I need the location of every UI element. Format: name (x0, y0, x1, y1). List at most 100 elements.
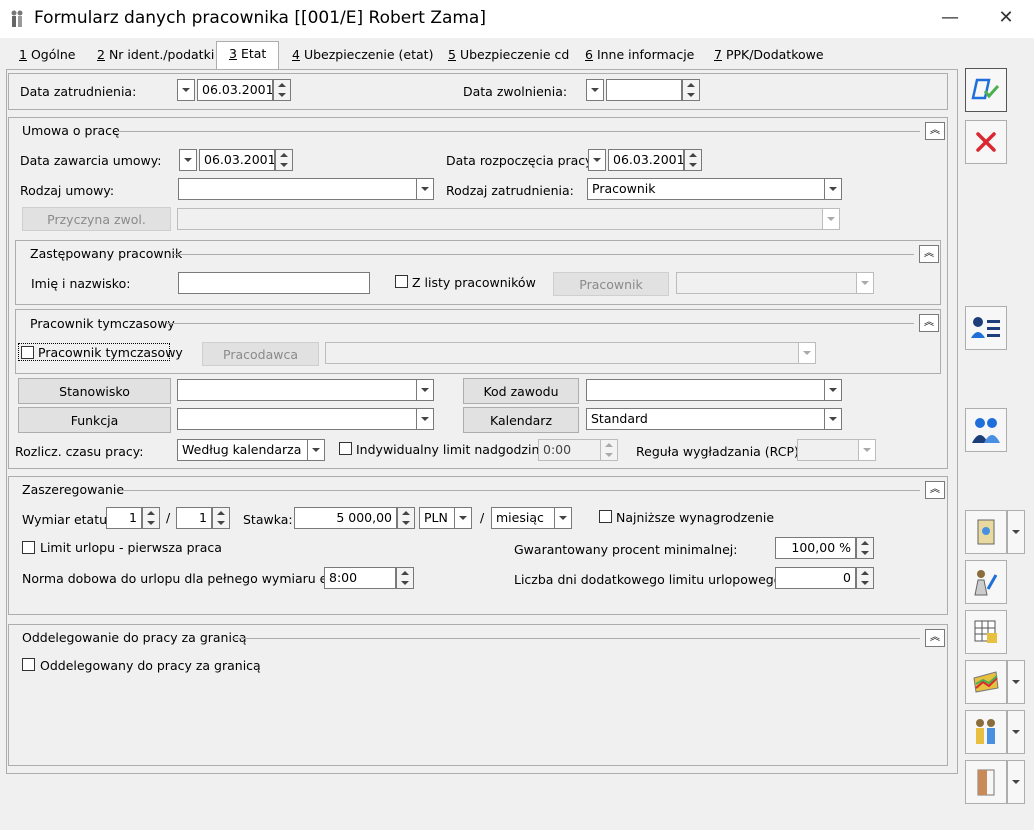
overtime-input[interactable]: 0:00 (538, 439, 601, 461)
history-menu-button[interactable] (1007, 660, 1025, 704)
employment-type-dropdown[interactable] (824, 178, 842, 200)
reason-dropdown[interactable] (822, 208, 840, 230)
fte-numerator-spinner[interactable] (142, 507, 160, 529)
minimize-button[interactable]: — (937, 6, 963, 30)
tymczasowy-checkbox[interactable] (21, 346, 34, 359)
employee-card-button[interactable] (965, 306, 1007, 350)
employer-dropdown[interactable] (798, 342, 816, 364)
function-button[interactable]: Funkcja (18, 407, 171, 433)
guaranteed-spinner[interactable] (856, 537, 874, 559)
employee-dropdown[interactable] (856, 272, 874, 294)
position-dropdown[interactable] (416, 379, 434, 401)
collapse-oddelegowanie-button[interactable]: ︽ (925, 629, 945, 647)
save-button[interactable] (965, 68, 1007, 112)
hire-date-dropdown[interactable] (177, 79, 195, 101)
period-dropdown[interactable] (554, 507, 572, 529)
collapse-zaszeregowanie-button[interactable]: ︽ (925, 481, 945, 499)
employee-button[interactable]: Pracownik (553, 272, 669, 296)
daily-norm-input[interactable]: 8:00 (324, 567, 396, 589)
guaranteed-input[interactable]: 100,00 % (775, 537, 856, 559)
function-dropdown[interactable] (416, 408, 434, 430)
document-icon (977, 519, 995, 545)
fte-numerator-input[interactable]: 1 (106, 507, 142, 529)
job-code-dropdown[interactable] (824, 379, 842, 401)
job-code-button[interactable]: Kod zawodu (463, 378, 579, 404)
name-input[interactable] (178, 272, 370, 294)
fire-date-input[interactable] (606, 79, 682, 101)
worktime-dropdown[interactable] (307, 439, 325, 461)
rcp-select[interactable] (797, 439, 859, 461)
function-select[interactable] (177, 408, 417, 430)
extra-days-spinner[interactable] (856, 567, 874, 589)
history-button[interactable] (965, 660, 1007, 704)
leave-limit-checkbox[interactable] (22, 541, 35, 554)
contract-date-input[interactable]: 06.03.2001 (199, 149, 275, 171)
calendar-button[interactable]: Kalendarz (463, 407, 579, 433)
worktime-select[interactable]: Według kalendarza (177, 439, 308, 461)
hire-date-input[interactable]: 06.03.2001 (197, 79, 273, 101)
start-date-dropdown[interactable] (588, 149, 606, 171)
fte-denominator-spinner[interactable] (212, 507, 230, 529)
start-date-input[interactable]: 06.03.2001 (608, 149, 684, 171)
rate-spinner[interactable] (397, 507, 415, 529)
employer-select[interactable] (325, 342, 799, 364)
window-title: Formularz danych pracownika [[001/E] Rob… (34, 8, 486, 28)
tab-ubezpieczenie-etat[interactable]: 4 Ubezpieczenie (etat) (280, 43, 445, 68)
fte-denominator-input[interactable]: 1 (176, 507, 212, 529)
family-menu-button[interactable] (1007, 710, 1025, 754)
contract-type-dropdown[interactable] (416, 178, 434, 200)
contract-type-select[interactable] (178, 178, 417, 200)
hire-date-spinner[interactable] (273, 79, 291, 101)
contract-type-label: Rodzaj umowy: (20, 183, 115, 198)
collapse-tymczasowy-button[interactable]: ︽ (919, 314, 939, 332)
contract-date-spinner[interactable] (275, 149, 293, 171)
team-button[interactable] (965, 408, 1007, 452)
position-select[interactable] (177, 379, 417, 401)
rcp-dropdown[interactable] (858, 439, 876, 461)
extra-days-input[interactable]: 0 (775, 567, 856, 589)
currency-select[interactable]: PLN (419, 507, 455, 529)
tab-ppk[interactable]: 7 PPK/Dodatkowe (702, 43, 836, 68)
tab-etat[interactable]: 3 Etat (216, 41, 280, 70)
fire-date-dropdown[interactable] (586, 79, 604, 101)
family-button[interactable] (965, 710, 1007, 754)
position-button[interactable]: Stanowisko (18, 378, 171, 404)
collapse-umowa-button[interactable]: ︽ (925, 122, 945, 140)
assign-button[interactable] (965, 560, 1007, 604)
close-button[interactable]: ✕ (993, 6, 1019, 30)
employment-type-select[interactable]: Pracownik (587, 178, 825, 200)
schedule-button[interactable] (965, 610, 1007, 654)
currency-dropdown[interactable] (454, 507, 472, 529)
fire-date-spinner[interactable] (682, 79, 700, 101)
from-list-checkbox[interactable] (395, 275, 408, 288)
reason-select[interactable] (177, 208, 823, 230)
collapse-zastepowany-button[interactable]: ︽ (919, 245, 939, 263)
tab-nr-ident[interactable]: 2 Nr ident./podatki (85, 43, 226, 68)
overtime-spinner[interactable] (600, 439, 618, 461)
employer-button[interactable]: Pracodawca (202, 342, 319, 366)
document-menu-button[interactable] (1007, 510, 1025, 554)
exit-menu-button[interactable] (1007, 760, 1025, 804)
cancel-button[interactable] (965, 120, 1007, 164)
min-wage-checkbox[interactable] (599, 510, 612, 523)
rate-input[interactable]: 5 000,00 (294, 507, 397, 529)
oddelegowanie-checkbox[interactable] (22, 658, 35, 671)
guaranteed-label: Gwarantowany procent minimalnej: (514, 542, 738, 557)
tab-inne-informacje[interactable]: 6 Inne informacje (573, 43, 706, 68)
employee-select[interactable] (676, 272, 857, 294)
overtime-checkbox[interactable] (339, 442, 352, 455)
exit-button[interactable] (965, 760, 1007, 804)
tab-ubezpieczenie-cd[interactable]: 5 Ubezpieczenie cd (436, 43, 581, 68)
contract-date-dropdown[interactable] (179, 149, 197, 171)
tab-ogolne[interactable]: 1 Ogólne (7, 43, 87, 68)
calendar-dropdown[interactable] (824, 408, 842, 430)
people-icon (972, 418, 1000, 443)
calendar-select[interactable]: Standard (586, 408, 825, 430)
start-date-spinner[interactable] (684, 149, 702, 171)
document-button[interactable] (965, 510, 1007, 554)
reason-button[interactable]: Przyczyna zwol. (22, 207, 171, 231)
daily-norm-spinner[interactable] (396, 567, 414, 589)
job-code-select[interactable] (586, 379, 825, 401)
close-icon (976, 132, 996, 152)
period-select[interactable]: miesiąc (491, 507, 555, 529)
